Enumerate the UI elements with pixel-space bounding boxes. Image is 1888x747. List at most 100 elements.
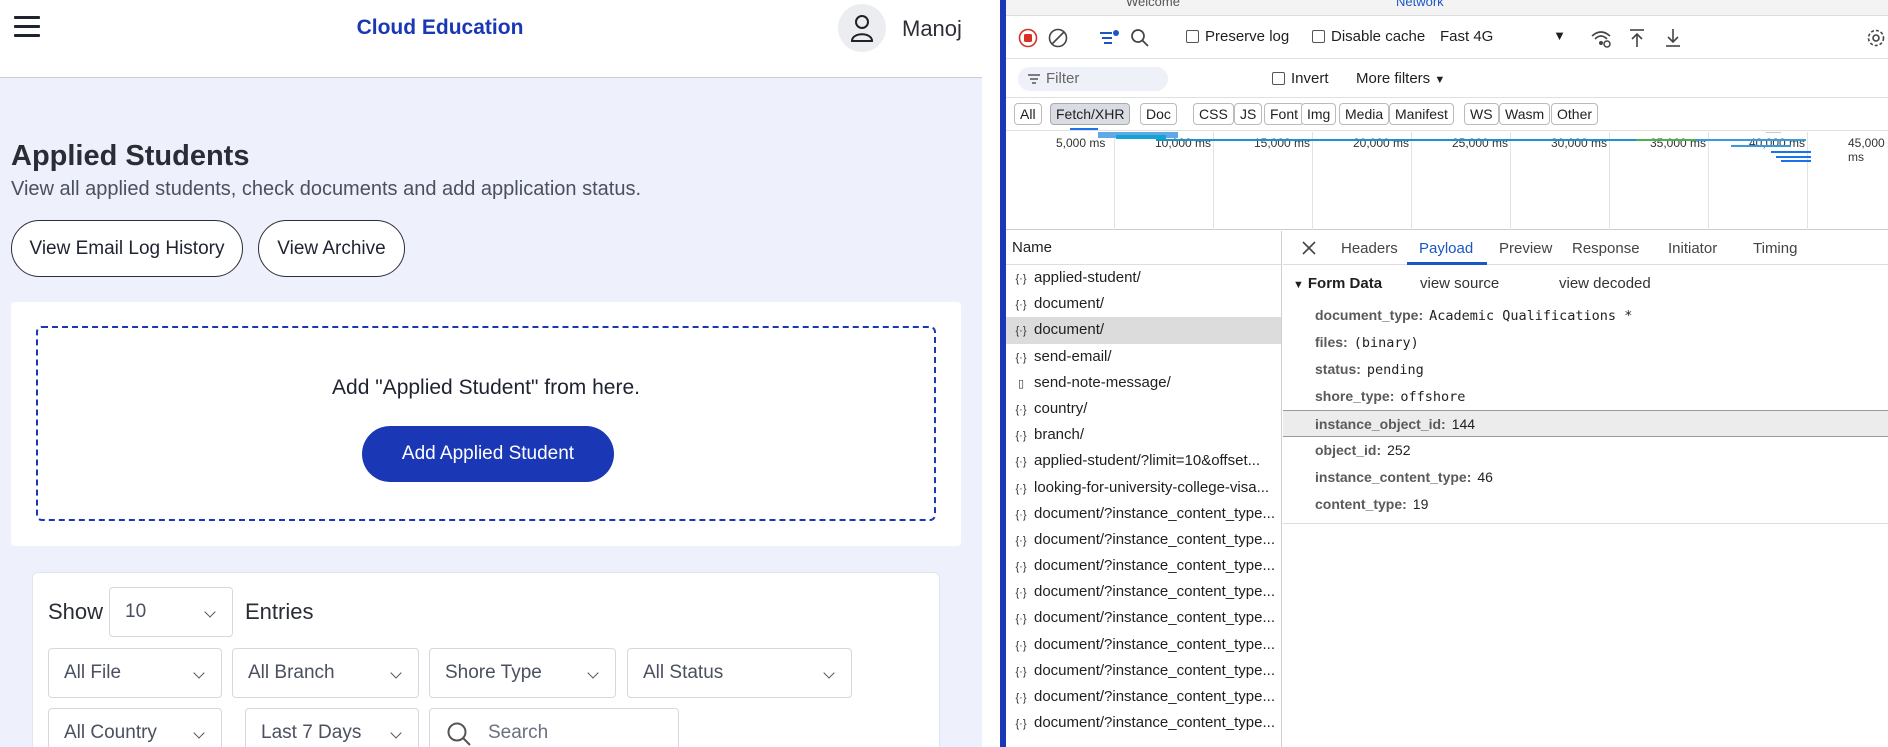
export-har-icon[interactable] bbox=[1664, 28, 1682, 48]
view-source-link[interactable]: view source bbox=[1420, 275, 1499, 292]
shore-type-select[interactable]: Shore Type bbox=[429, 648, 616, 698]
date-range-select[interactable]: Last 7 Days bbox=[245, 708, 419, 747]
invert-checkbox[interactable]: Invert bbox=[1272, 70, 1329, 87]
view-archive-button[interactable]: View Archive bbox=[258, 220, 405, 277]
request-row[interactable]: {·} document/?instance_content_type... bbox=[1006, 710, 1281, 736]
search-icon[interactable] bbox=[1130, 28, 1150, 48]
request-row[interactable]: {·} document/?instance_content_type... bbox=[1006, 684, 1281, 710]
invert-label: Invert bbox=[1291, 70, 1329, 87]
more-filters-dropdown[interactable]: More filters ▼ bbox=[1356, 70, 1445, 87]
request-row[interactable]: ▯ send-note-message/ bbox=[1006, 370, 1281, 396]
status-filter-select[interactable]: All Status bbox=[627, 648, 852, 698]
branch-filter-select[interactable]: All Branch bbox=[232, 648, 419, 698]
request-detail-pane: Headers Payload Preview Response Initiator Ti… bbox=[1283, 231, 1888, 747]
filter-icon bbox=[1028, 74, 1040, 84]
form-data-section-toggle[interactable]: ▼ Form Data bbox=[1293, 275, 1382, 292]
close-icon[interactable] bbox=[1301, 240, 1317, 256]
request-row[interactable]: {·} document/?instance_content_type... bbox=[1006, 527, 1281, 553]
request-name: document/?instance_content_type... bbox=[1034, 609, 1275, 627]
type-filter-wasm[interactable]: Wasm bbox=[1499, 103, 1551, 125]
type-filter-js[interactable]: JS bbox=[1234, 103, 1263, 125]
settings-gear-icon[interactable] bbox=[1866, 28, 1886, 48]
type-filter-ws[interactable]: WS bbox=[1464, 103, 1499, 125]
file-filter-select[interactable]: All File bbox=[48, 648, 222, 698]
tab-preview[interactable]: Preview bbox=[1499, 240, 1552, 257]
form-data-key: content_type: bbox=[1315, 496, 1407, 512]
view-decoded-link[interactable]: view decoded bbox=[1559, 275, 1651, 292]
preserve-log-checkbox[interactable]: Preserve log bbox=[1186, 28, 1289, 45]
filter-toggle-icon[interactable] bbox=[1098, 28, 1120, 48]
form-data-value: Academic Qualifications * bbox=[1429, 308, 1633, 324]
record-stop-icon[interactable] bbox=[1018, 28, 1038, 48]
xhr-icon: {·} bbox=[1015, 325, 1027, 338]
form-data-value: 252 bbox=[1387, 442, 1411, 458]
form-data-row[interactable]: instance_object_id: 144 bbox=[1283, 410, 1888, 437]
request-row[interactable]: {·} country/ bbox=[1006, 396, 1281, 422]
tab-timing[interactable]: Timing bbox=[1753, 240, 1797, 257]
filter-input[interactable]: Filter bbox=[1018, 67, 1168, 91]
import-har-icon[interactable] bbox=[1628, 28, 1646, 48]
country-filter-select[interactable]: All Country bbox=[48, 708, 222, 747]
type-filter-css[interactable]: CSS bbox=[1193, 103, 1234, 125]
form-data-row[interactable]: shore_type: offshore bbox=[1283, 383, 1888, 410]
type-filter-doc[interactable]: Doc bbox=[1140, 103, 1177, 125]
tab-payload[interactable]: Payload bbox=[1419, 240, 1473, 257]
form-data-row[interactable]: content_type: 19 bbox=[1283, 491, 1888, 518]
tab-initiator[interactable]: Initiator bbox=[1668, 240, 1717, 257]
request-row[interactable]: {·} applied-student/?limit=10&offset... bbox=[1006, 448, 1281, 474]
disable-cache-checkbox[interactable]: Disable cache bbox=[1312, 28, 1425, 45]
network-timeline-overview[interactable]: 5,000 ms 10,000 ms 15,000 ms 20,000 ms 25,00… bbox=[1006, 128, 1888, 230]
network-conditions-icon[interactable] bbox=[1590, 28, 1612, 48]
request-row[interactable]: {·} document/ bbox=[1006, 317, 1281, 344]
type-filter-media[interactable]: Media bbox=[1339, 103, 1390, 125]
form-data-row[interactable]: object_id: 252 bbox=[1283, 437, 1888, 464]
entries-select[interactable]: 10 bbox=[109, 587, 233, 637]
request-row[interactable]: {·} branch/ bbox=[1006, 422, 1281, 448]
type-filter-font[interactable]: Font bbox=[1264, 103, 1305, 125]
request-row[interactable]: {·} document/?instance_content_type... bbox=[1006, 605, 1281, 631]
form-data-row[interactable]: document_type: Academic Qualifications * bbox=[1283, 302, 1888, 329]
type-filter-other[interactable]: Other bbox=[1551, 103, 1599, 125]
tab-headers[interactable]: Headers bbox=[1341, 240, 1398, 257]
search-input[interactable]: Search bbox=[429, 708, 679, 747]
xhr-icon: {·} bbox=[1015, 430, 1027, 443]
user-name[interactable]: Manoj bbox=[902, 16, 962, 42]
form-data-row[interactable]: status: pending bbox=[1283, 356, 1888, 383]
request-row[interactable]: {·} document/?instance_content_type... bbox=[1006, 658, 1281, 684]
timeline-bar bbox=[1776, 156, 1811, 158]
form-data-value: 144 bbox=[1451, 416, 1476, 432]
request-row[interactable]: {·} document/?instance_content_type... bbox=[1006, 501, 1281, 527]
type-filter-img[interactable]: Img bbox=[1301, 103, 1337, 125]
request-row[interactable]: {·} applied-student/ bbox=[1006, 265, 1281, 291]
tab-network[interactable]: Network bbox=[1396, 0, 1444, 9]
form-data-value: 19 bbox=[1412, 496, 1429, 512]
request-row[interactable]: {·} document/?instance_content_type... bbox=[1006, 579, 1281, 605]
devtools-tab-strip: Welcome Network bbox=[1006, 0, 1888, 16]
tab-response[interactable]: Response bbox=[1572, 240, 1640, 257]
add-student-card: Add "Applied Student" from here. Add App… bbox=[11, 302, 961, 546]
request-row[interactable]: {·} looking-for-university-college-visa..… bbox=[1006, 475, 1281, 501]
tab-welcome[interactable]: Welcome bbox=[1126, 0, 1180, 9]
user-avatar[interactable] bbox=[838, 4, 886, 52]
add-student-prompt: Add "Applied Student" from here. bbox=[332, 376, 640, 399]
type-filter-all[interactable]: All bbox=[1014, 103, 1042, 125]
hamburger-menu-icon[interactable] bbox=[14, 16, 40, 38]
request-row[interactable]: {·} document/?instance_content_type... bbox=[1006, 553, 1281, 579]
form-data-row[interactable]: instance_content_type: 46 bbox=[1283, 464, 1888, 491]
request-row[interactable]: {·} document/ bbox=[1006, 291, 1281, 317]
active-tab-indicator bbox=[1407, 262, 1487, 265]
request-row[interactable]: {·} send-email/ bbox=[1006, 344, 1281, 370]
request-name: document/?instance_content_type... bbox=[1034, 635, 1275, 653]
form-data-row[interactable]: files: (binary) bbox=[1283, 329, 1888, 356]
type-filter-fetchxhr[interactable]: Fetch/XHR bbox=[1050, 103, 1131, 125]
add-applied-student-button[interactable]: Add Applied Student bbox=[362, 426, 614, 482]
view-email-log-button[interactable]: View Email Log History bbox=[11, 220, 243, 277]
request-name: applied-student/ bbox=[1034, 269, 1141, 286]
request-row[interactable]: {·} document/?instance_content_type... bbox=[1006, 632, 1281, 658]
name-column-header[interactable]: Name bbox=[1006, 231, 1281, 265]
clear-icon[interactable] bbox=[1048, 28, 1068, 48]
type-filter-manifest[interactable]: Manifest bbox=[1389, 103, 1454, 125]
throttling-select[interactable]: Fast 4G ▼ bbox=[1440, 28, 1566, 45]
request-name: document/ bbox=[1034, 321, 1105, 339]
form-data-key: object_id: bbox=[1315, 442, 1382, 458]
